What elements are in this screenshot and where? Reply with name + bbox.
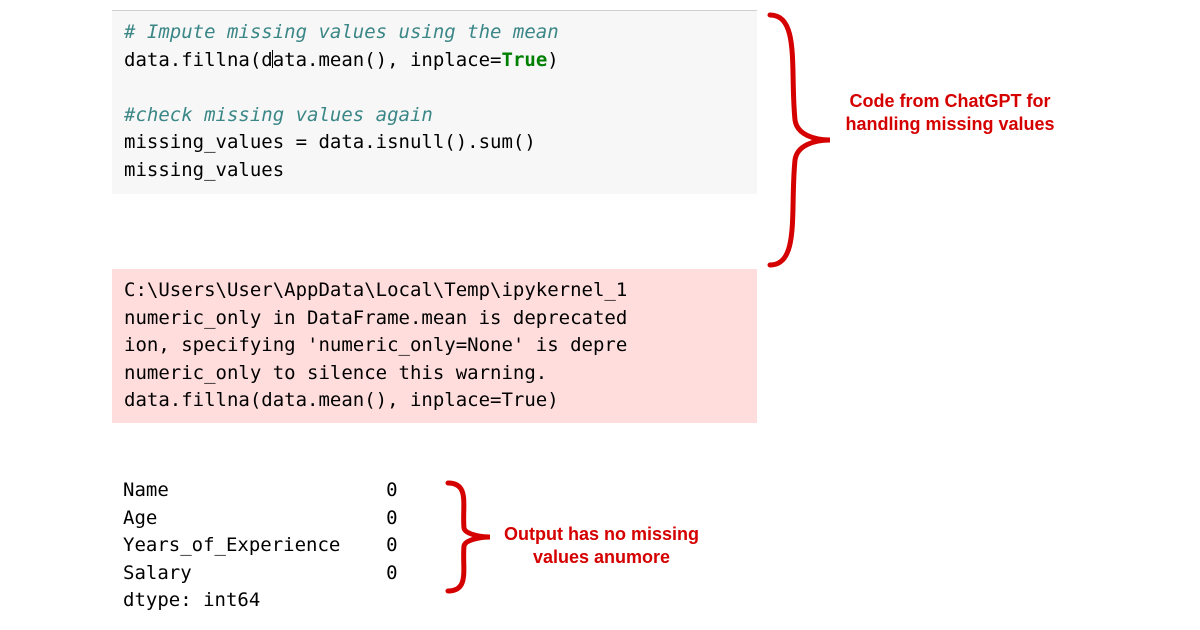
- warning-output: C:\Users\User\AppData\Local\Temp\ipykern…: [112, 269, 757, 423]
- code-comment: # Impute missing values using the mean: [124, 21, 559, 43]
- brace-annotation-icon: [760, 10, 840, 270]
- annotation-label: Output has no missing values anumore: [504, 523, 699, 570]
- output-block: Name 0 Age 0 Years_of_Experience 0 Salar…: [123, 477, 398, 615]
- code-cell: # Impute missing values using the mean d…: [112, 10, 757, 194]
- code-line: missing_values = data.isnull().sum(): [124, 129, 745, 157]
- brace-annotation-icon: [440, 478, 500, 596]
- output-value: 0: [386, 507, 397, 529]
- output-label: Years_of_Experience: [123, 534, 340, 556]
- warning-line: numeric_only in DataFrame.mean is deprec…: [124, 305, 745, 333]
- output-row: Salary 0: [123, 562, 398, 584]
- output-dtype: dtype: int64: [123, 589, 260, 611]
- code-text: ): [547, 49, 558, 71]
- code-text: data.fillna(d: [124, 49, 273, 71]
- warning-line: ion, specifying 'numeric_only=None' is d…: [124, 332, 745, 360]
- text-cursor-icon: [272, 50, 273, 68]
- warning-line: numeric_only to silence this warning.: [124, 360, 745, 388]
- code-line: data.fillna(data.mean(), inplace=True): [124, 47, 745, 75]
- annotation-label: Code from ChatGPT for handling missing v…: [845, 90, 1055, 137]
- output-row: Years_of_Experience 0: [123, 534, 398, 556]
- code-keyword: True: [502, 49, 548, 71]
- output-value: 0: [386, 479, 397, 501]
- code-text: ata.mean(), inplace=: [273, 49, 502, 71]
- output-label: Age: [123, 507, 157, 529]
- warning-line: C:\Users\User\AppData\Local\Temp\ipykern…: [124, 277, 745, 305]
- warning-line: data.fillna(data.mean(), inplace=True): [124, 387, 745, 415]
- output-value: 0: [386, 562, 397, 584]
- code-comment: #check missing values again: [124, 104, 433, 126]
- output-row: Name 0: [123, 479, 398, 501]
- output-label: Name: [123, 479, 169, 501]
- code-line: missing_values: [124, 157, 745, 185]
- output-value: 0: [386, 534, 397, 556]
- output-row: Age 0: [123, 507, 398, 529]
- output-label: Salary: [123, 562, 192, 584]
